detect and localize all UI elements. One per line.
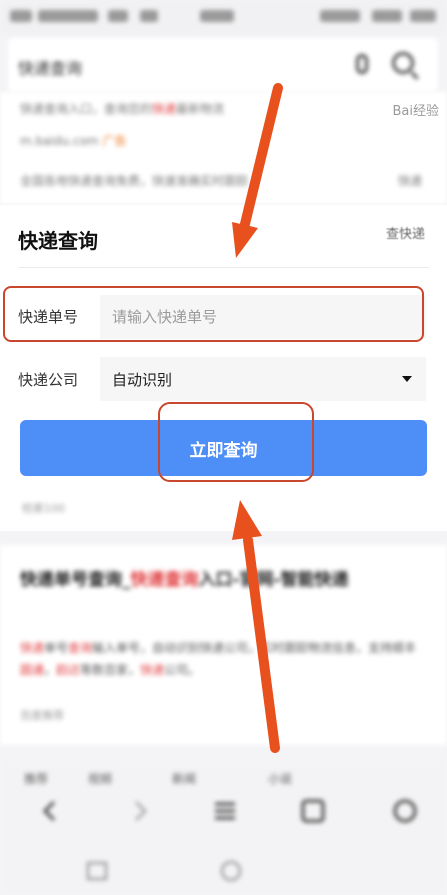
search-result[interactable]: 快递单号查询_快递查询入口-官网-智能快递 快递单号查询输入单号，自动识别快递公… xyxy=(0,545,447,745)
menu-icon[interactable] xyxy=(212,798,238,824)
result-title[interactable]: 全国各地快递查询免费，快速准确实时跟踪 xyxy=(20,172,248,189)
system-home-icon[interactable] xyxy=(218,858,244,884)
query-button-highlight xyxy=(158,402,314,482)
card-footer: 检索100 xyxy=(22,502,65,515)
dropdown-caret-icon xyxy=(402,376,412,382)
result-snippet: 快递单号查询输入单号，自动识别快递公司，实时跟踪物流信息，支持顺丰圆通，韵达等数… xyxy=(20,641,417,677)
courier-company-select[interactable]: 自动识别 xyxy=(100,357,426,401)
tab-video[interactable]: 视频 xyxy=(88,770,112,787)
system-menu-icon[interactable] xyxy=(84,858,110,884)
bottom-navigation: 推荐 视频 新闻 小说 xyxy=(0,758,447,895)
tracking-field-highlight xyxy=(3,286,424,342)
tab-recommend[interactable]: 推荐 xyxy=(24,770,48,787)
status-bar xyxy=(0,0,447,34)
tabs-icon[interactable] xyxy=(300,798,326,824)
card-source-link[interactable]: 查快递 xyxy=(386,223,425,242)
tab-novel[interactable]: 小说 xyxy=(268,770,292,787)
search-bar[interactable]: 快递查询 xyxy=(8,38,438,92)
card-title: 快递查询 xyxy=(18,229,98,253)
courier-company-value: 自动识别 xyxy=(112,371,173,389)
microphone-icon[interactable] xyxy=(356,54,368,74)
tab-news[interactable]: 新闻 xyxy=(172,770,196,787)
result-title[interactable]: 快递单号查询_快递查询入口-官网-智能快递 xyxy=(20,567,425,593)
result-source: 百度推荐 xyxy=(20,709,64,722)
search-icon[interactable] xyxy=(392,52,414,74)
search-query[interactable]: 快递查询 xyxy=(18,55,82,79)
express-query-card: 快递查询 查快递 快递单号 快递公司 自动识别 立即查询 检索100 xyxy=(0,205,447,531)
home-icon[interactable] xyxy=(392,798,418,824)
courier-company-label: 快递公司 xyxy=(18,371,79,389)
divider xyxy=(18,267,429,268)
top-results: 快递查询入口，查询您的快递最新物流 m.baidu.com 广告 全国各地快递查… xyxy=(0,92,447,204)
forward-icon[interactable] xyxy=(126,798,152,824)
back-icon[interactable] xyxy=(38,798,64,824)
result-tag: 快递 xyxy=(398,174,423,188)
result-url[interactable]: m.baidu.com 广告 xyxy=(20,132,126,149)
baidu-jingyan-watermark: Bai经验 xyxy=(392,104,440,119)
result-snippet: 快递查询入口，查询您的快递最新物流 xyxy=(20,102,225,116)
